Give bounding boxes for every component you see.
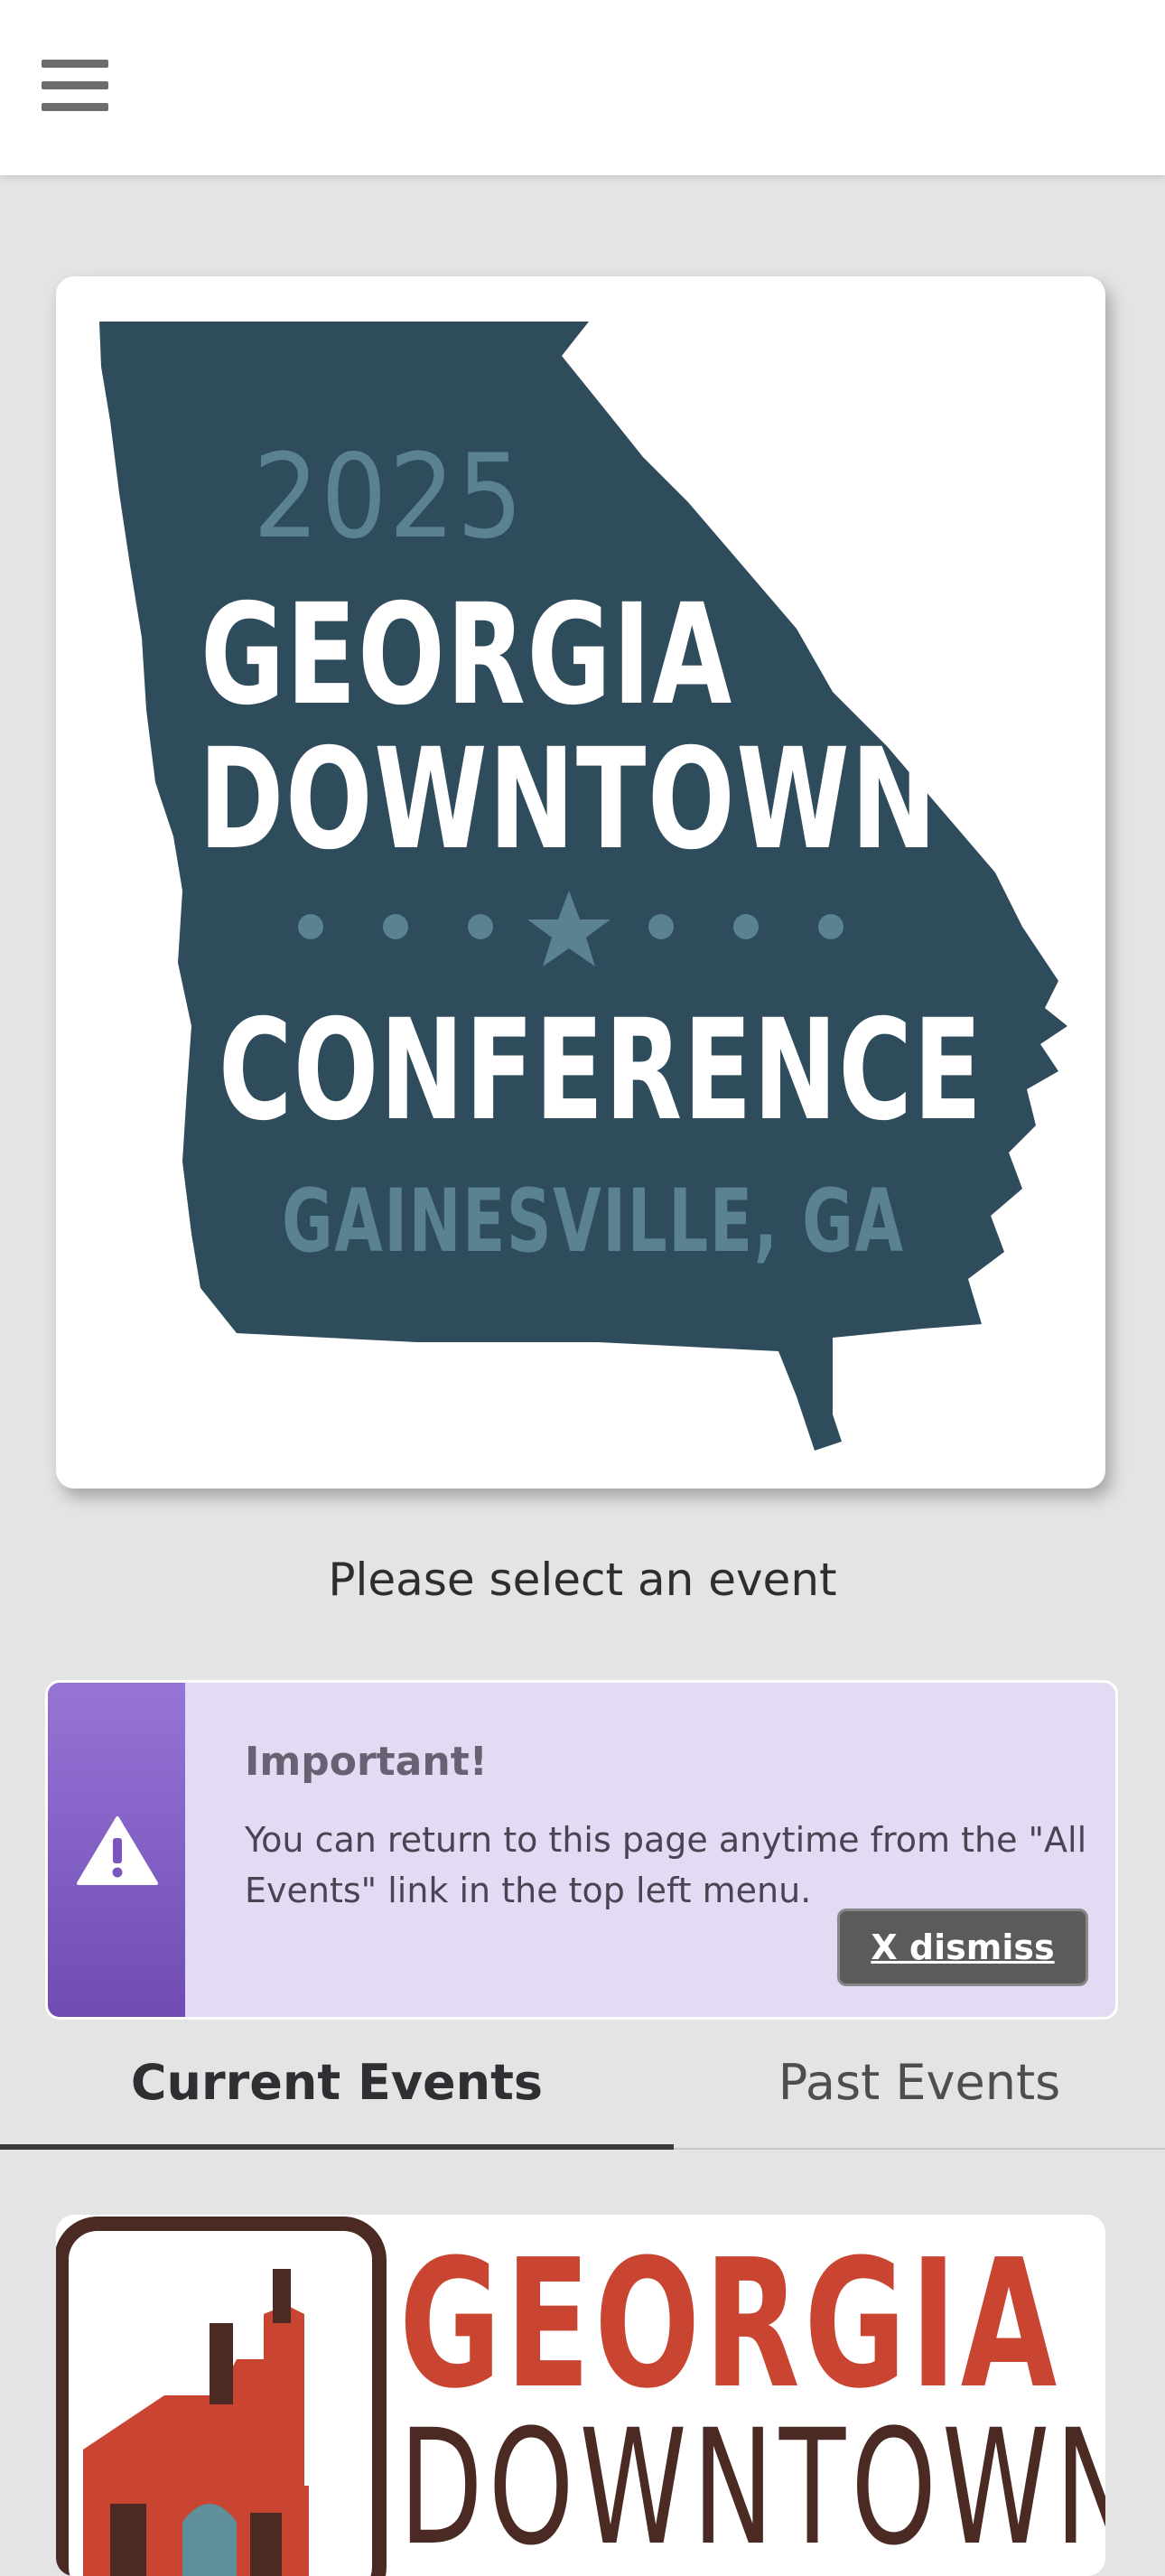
event-logo-downtown: DOWNTOWN (399, 2395, 1105, 2576)
event-card[interactable]: GEORGIA DOWNTOWN (56, 2215, 1105, 2576)
dismiss-button[interactable]: X dismiss (837, 1909, 1088, 1986)
logo-line-downtown: DOWNTOWN (199, 719, 938, 881)
tab-current-events[interactable]: Current Events (0, 2032, 674, 2150)
tab-past-events[interactable]: Past Events (674, 2032, 1165, 2150)
logo-line-conference: CONFERENCE (219, 990, 983, 1152)
hamburger-menu-icon[interactable] (42, 60, 108, 112)
warning-triangle-icon (77, 1816, 158, 1885)
event-tabs: Current Events Past Events (0, 2032, 1165, 2150)
select-event-prompt: Please select an event (328, 1554, 837, 1606)
conference-logo-card: 2025 GEORGIA DOWNTOWN CONFERENCE GAINESV… (56, 276, 1105, 1489)
logo-line-georgia: GEORGIA (200, 574, 733, 736)
alert-message: You can return to this page anytime from… (245, 1820, 1087, 1910)
logo-year: 2025 (253, 430, 525, 565)
alert-side-bar (48, 1683, 185, 2017)
important-alert: Important! You can return to this page a… (45, 1680, 1118, 2020)
logo-city: GAINESVILLE, GA (282, 1171, 905, 1272)
alert-title: Important! (245, 1739, 488, 1785)
top-app-bar (0, 0, 1165, 175)
